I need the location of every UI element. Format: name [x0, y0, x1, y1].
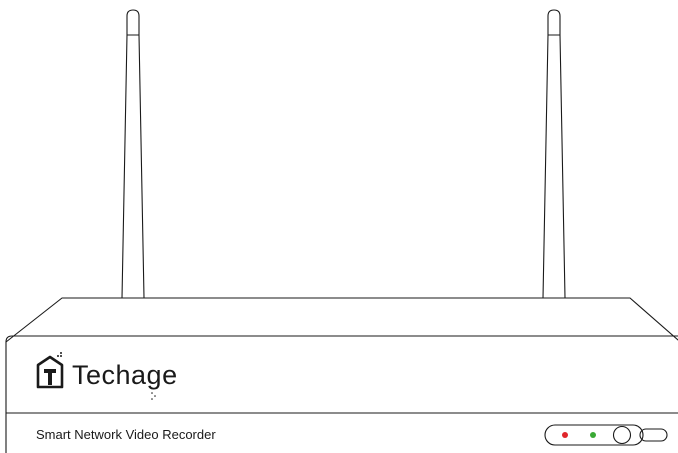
status-led-green — [590, 432, 596, 438]
usb-port-icon — [639, 428, 668, 442]
brand-name: Techage — [72, 360, 178, 390]
device-top-surface — [5, 297, 678, 343]
left-antenna-icon — [121, 9, 145, 299]
device-front-face — [5, 335, 678, 343]
power-button-icon[interactable] — [612, 425, 632, 445]
logo-dots — [151, 392, 156, 400]
status-led-red — [562, 432, 568, 438]
house-t-logo-icon — [36, 352, 64, 389]
model-label: Smart Network Video Recorder — [36, 427, 216, 442]
right-antenna-icon — [542, 9, 566, 299]
